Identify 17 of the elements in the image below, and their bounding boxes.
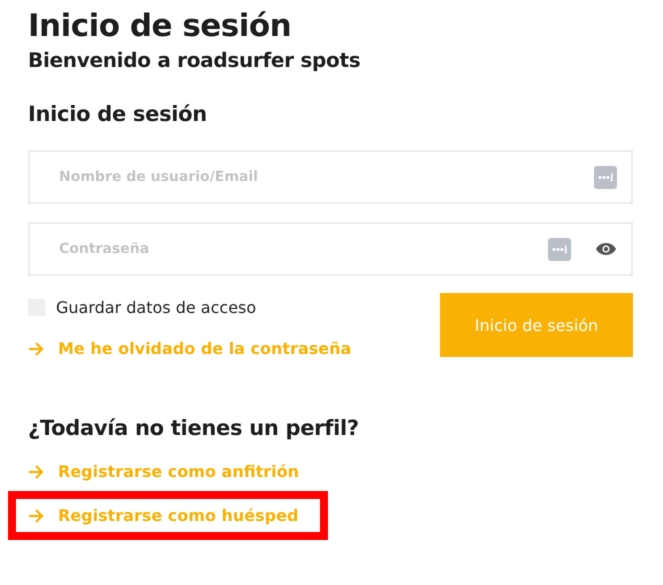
password-field[interactable]: Contraseña bbox=[28, 222, 633, 276]
login-button[interactable]: Inicio de sesión bbox=[440, 293, 633, 357]
link[interactable]: Registrarse como anfitrión bbox=[28, 462, 299, 481]
link[interactable]: Me he olvidado de la contraseña bbox=[28, 339, 352, 358]
password-manager-icon[interactable] bbox=[548, 238, 571, 260]
section-heading: ¿Todavía no tienes un perfil? bbox=[28, 415, 360, 442]
page-subtitle: Bienvenido a roadsurfer spots bbox=[28, 47, 362, 74]
username-field[interactable]: Nombre de usuario/Email bbox=[28, 150, 633, 204]
arrow-icon bbox=[28, 508, 44, 522]
arrow-icon bbox=[28, 342, 44, 356]
page-title: Inicio de sesión bbox=[28, 7, 292, 46]
eye-icon[interactable] bbox=[595, 242, 617, 256]
link[interactable]: Registrarse como huésped bbox=[28, 506, 298, 525]
arrow-icon bbox=[28, 464, 44, 478]
password-manager-icon[interactable] bbox=[594, 166, 617, 188]
checkbox-label: Guardar datos de acceso bbox=[56, 298, 256, 317]
section-heading: Inicio de sesión bbox=[28, 101, 208, 128]
